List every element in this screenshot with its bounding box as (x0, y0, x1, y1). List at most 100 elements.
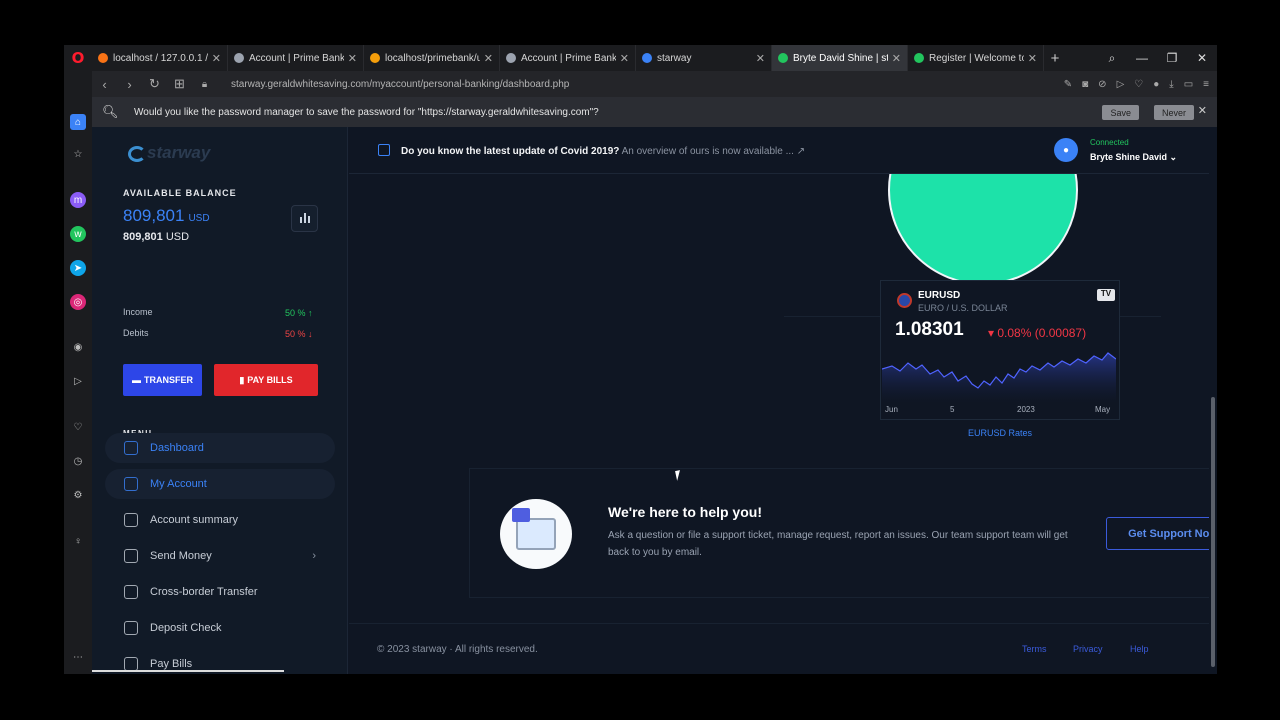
fx-tick: May (1095, 405, 1111, 414)
browser-tab[interactable]: Account | Prime Bank ✕ (228, 45, 364, 71)
close-tab-icon[interactable]: ✕ (892, 52, 901, 65)
tabs-grid-icon[interactable]: ⊞ (167, 76, 192, 92)
menu-item[interactable]: Dashboard (105, 433, 335, 463)
close-tab-icon[interactable]: ✕ (756, 52, 765, 65)
telegram-icon[interactable]: ➤ (70, 260, 86, 276)
close-window-button[interactable]: ✕ (1187, 51, 1217, 65)
star-icon[interactable]: ☆ (70, 146, 86, 162)
scroll-thumb[interactable] (1211, 397, 1215, 667)
footer-link-terms[interactable]: Terms (1022, 644, 1047, 654)
pay-bills-button[interactable]: ▮ PAY BILLS (214, 364, 318, 396)
favicon-icon (642, 53, 652, 63)
close-tab-icon[interactable]: ✕ (1028, 52, 1037, 65)
password-prompt-text: Would you like the password manager to s… (134, 106, 599, 118)
menu-item[interactable]: Deposit Check (105, 613, 335, 643)
minimize-button[interactable]: — (1127, 51, 1157, 65)
browser-tab[interactable]: Register | Welcome to st ✕ (908, 45, 1044, 71)
instagram-icon[interactable]: ◎ (70, 294, 86, 310)
download-icon[interactable]: ⤓ (1169, 79, 1173, 90)
bulb-icon[interactable]: ♀ (70, 533, 86, 549)
battery-icon[interactable]: ▭ (1184, 79, 1193, 90)
edit-icon[interactable]: ✎ (1064, 79, 1072, 90)
menu-item-icon (124, 549, 138, 563)
send-icon[interactable]: ▷ (1117, 79, 1125, 90)
opera-sidebar: ⌂ ☆ m w ➤ ◎ ◉ ▷ ♡ ◷ ⚙ ♀ ⋯ (64, 71, 92, 674)
news-ticker[interactable]: Do you know the latest update of Covid 2… (401, 146, 805, 157)
tradingview-logo-icon[interactable]: TV (1097, 289, 1115, 301)
menu-item-label: My Account (150, 478, 207, 490)
menu-item[interactable]: Account summary (105, 505, 335, 535)
reload-icon[interactable]: ↻ (142, 76, 167, 92)
more-icon[interactable]: ⋯ (70, 649, 86, 665)
favicon-icon (234, 53, 244, 63)
news-icon (378, 144, 390, 156)
send-icon[interactable]: ▷ (70, 373, 86, 389)
back-icon[interactable]: ‹ (92, 77, 117, 92)
menu-item[interactable]: Send Money › (105, 541, 335, 571)
eurusd-widget[interactable]: EURUSD EURO / U.S. DOLLAR TV 1.08301 ▾ 0… (880, 280, 1120, 420)
restore-button[interactable]: ❐ (1157, 51, 1187, 65)
camera-icon[interactable]: ◙ (1082, 79, 1088, 90)
get-support-button[interactable]: Get Support Now (1106, 517, 1217, 550)
external-link-icon[interactable]: ↗ (797, 146, 805, 157)
support-description: Ask a question or file a support ticket,… (608, 530, 1068, 558)
menu-item[interactable]: Cross-border Transfer (105, 577, 335, 607)
browser-tab[interactable]: localhost/primebank/us ✕ (364, 45, 500, 71)
heart-icon[interactable]: ♡ (70, 419, 86, 435)
home-icon[interactable]: ⌂ (70, 114, 86, 130)
search-tabs-icon[interactable]: ⌕ (1097, 51, 1127, 66)
close-tab-icon[interactable]: ✕ (348, 52, 357, 65)
messenger-icon[interactable]: m (70, 192, 86, 208)
new-tab-button[interactable]: + (1044, 50, 1066, 67)
menu-item-label: Account summary (150, 514, 239, 526)
menu-item[interactable]: My Account (105, 469, 335, 499)
tab-title: Account | Prime Bank (249, 52, 344, 64)
fx-name: EURO / U.S. DOLLAR (918, 303, 1008, 313)
income-value: 50 % ↑ (285, 308, 313, 318)
settings-icon[interactable]: ⚙ (70, 487, 86, 503)
footer-link-help[interactable]: Help (1130, 644, 1149, 654)
support-title: We're here to help you! (608, 504, 762, 520)
menu-item-icon (124, 513, 138, 527)
debits-label: Debits (123, 328, 149, 338)
opera-logo-icon[interactable]: O (64, 45, 92, 71)
browser-tab[interactable]: localhost / 127.0.0.1 / pr ✕ (92, 45, 228, 71)
logo-icon (128, 145, 146, 162)
profile-icon[interactable]: ● (1153, 79, 1159, 90)
close-tab-icon[interactable]: ✕ (212, 52, 221, 65)
transfer-button[interactable]: ▬ TRANSFER (123, 364, 202, 396)
logo[interactable]: starway (128, 143, 210, 163)
footer-link-privacy[interactable]: Privacy (1073, 644, 1103, 654)
browser-tab[interactable]: Account | Prime Bank ✕ (500, 45, 636, 71)
user-avatar[interactable]: ● (1054, 138, 1078, 162)
lock-icon: 🔒︎ (201, 78, 208, 90)
forward-icon[interactable]: › (117, 77, 142, 92)
menu-item-label: Deposit Check (150, 622, 222, 634)
block-icon[interactable]: ⊘ (1098, 79, 1106, 90)
browser-tab[interactable]: starway ✕ (636, 45, 772, 71)
fx-change: ▾ 0.08% (0.00087) (988, 326, 1087, 340)
close-tab-icon[interactable]: ✕ (620, 52, 629, 65)
sidebar-scrollbar[interactable] (92, 670, 284, 672)
close-icon[interactable]: ✕ (1198, 104, 1207, 117)
income-label: Income (123, 307, 153, 317)
player-icon[interactable]: ◉ (70, 339, 86, 355)
close-tab-icon[interactable]: ✕ (484, 52, 493, 65)
menu-icon[interactable]: ≡ (1203, 79, 1209, 90)
heart-icon[interactable]: ♡ (1134, 79, 1143, 90)
menu-item-icon (124, 621, 138, 635)
user-menu[interactable]: Bryte Shine David ⌄ (1090, 152, 1177, 163)
whatsapp-icon[interactable]: w (70, 226, 86, 242)
never-save-button[interactable]: Never (1153, 105, 1194, 120)
chart-icon[interactable] (291, 205, 318, 232)
url-field[interactable]: starway.geraldwhitesaving.com/myaccount/… (231, 79, 569, 90)
footer: © 2023 starway · All rights reserved. Te… (349, 623, 1217, 674)
eurusd-rates-link[interactable]: EURUSD Rates (968, 428, 1032, 438)
browser-window: O localhost / 127.0.0.1 / pr✕ Account | P… (64, 45, 1217, 674)
page-scrollbar[interactable] (1209, 127, 1217, 674)
save-password-button[interactable]: Save (1102, 105, 1139, 120)
browser-tab[interactable]: Bryte David Shine | starv ✕ (772, 45, 908, 71)
history-icon[interactable]: ◷ (70, 453, 86, 469)
debits-value: 50 % ↓ (285, 329, 313, 339)
banking-app: starway AVAILABLE BALANCE 809,801 USD 809… (92, 127, 1217, 674)
